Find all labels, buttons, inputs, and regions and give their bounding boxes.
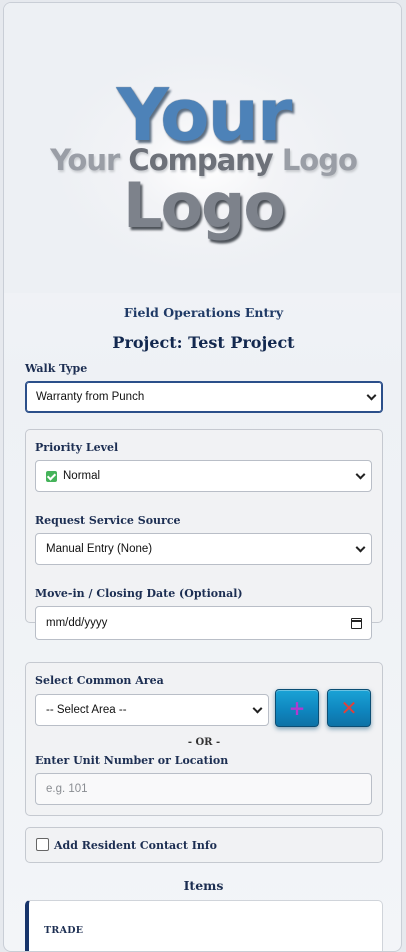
chevron-down-icon [252,703,263,714]
plus-icon: + [288,696,306,720]
priority-label: Priority Level [35,441,119,454]
resident-contact-label[interactable]: Add Resident Contact Info [54,839,217,852]
resident-contact-checkbox[interactable] [36,838,49,851]
request-source-select[interactable]: Manual Entry (None) [35,533,372,565]
clear-area-button[interactable]: ✕ [327,689,371,727]
close-icon: ✕ [340,696,358,720]
trade-label: TRADE [44,925,84,936]
move-in-label: Move-in / Closing Date (Optional) [35,587,243,600]
app-frame: Your Your Company Logo Logo Field Operat… [3,2,402,952]
chevron-down-icon [355,542,366,553]
request-source-label: Request Service Source [35,514,181,527]
move-in-date-value: mm/dd/yyyy [46,617,108,629]
chevron-down-icon [366,390,377,401]
or-divider: - OR - [187,737,221,748]
common-area-select[interactable]: -- Select Area -- [35,694,269,726]
logo-line-3: Logo [122,169,286,242]
request-source-value: Manual Entry (None) [46,543,153,555]
unit-input[interactable]: e.g. 101 [35,773,372,805]
item-card: TRADE [25,900,383,951]
calendar-icon[interactable] [351,618,362,629]
walk-type-label: Walk Type [25,362,88,375]
unit-placeholder: e.g. 101 [46,783,88,795]
company-logo: Your Your Company Logo Logo [4,3,401,293]
priority-select[interactable]: Normal [35,460,372,492]
common-area-label: Select Common Area [35,674,164,687]
add-area-button[interactable]: + [275,689,319,727]
items-heading: Items [183,878,224,893]
check-box-icon [46,470,57,482]
priority-value: Normal [63,470,101,482]
unit-label: Enter Unit Number or Location [35,754,229,767]
page-subtitle: Field Operations Entry [123,305,284,320]
project-title: Project: Test Project [112,333,295,352]
walk-type-value: Warranty from Punch [36,391,145,403]
chevron-down-icon [355,469,366,480]
common-area-value: -- Select Area -- [46,704,127,716]
move-in-date-input[interactable]: mm/dd/yyyy [35,606,372,640]
walk-type-select[interactable]: Warranty from Punch [25,381,383,413]
